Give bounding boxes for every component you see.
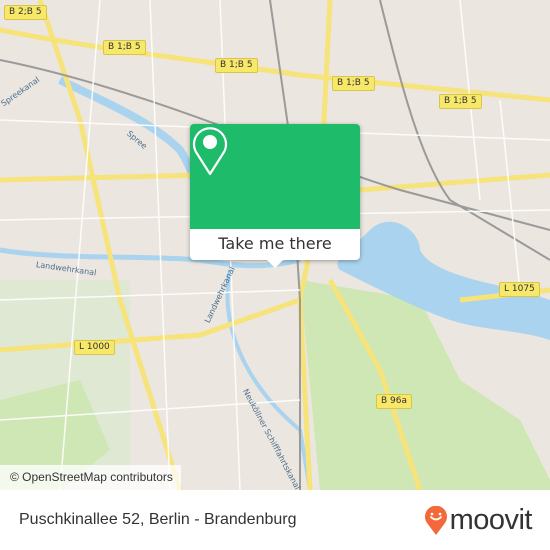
road-shield: L 1075 [499, 282, 540, 297]
road-shield: B 1;B 5 [332, 76, 375, 91]
popup-header [190, 124, 360, 229]
map[interactable]: B 2;B 5 B 1;B 5 B 1;B 5 B 1;B 5 B 1;B 5 … [0, 0, 550, 490]
attribution-text[interactable]: © OpenStreetMap contributors [10, 470, 173, 484]
address-label: Puschkinallee 52, Berlin - Brandenburg [19, 511, 297, 528]
moovit-logo[interactable]: moovit [424, 504, 533, 537]
road-shield: B 1;B 5 [439, 94, 482, 109]
road-shield: L 1000 [74, 340, 115, 355]
map-attribution[interactable]: © OpenStreetMap contributors [0, 465, 181, 490]
take-me-there-button[interactable]: Take me there [190, 229, 360, 260]
road-shield: B 1;B 5 [215, 58, 258, 73]
footer: Puschkinallee 52, Berlin - Brandenburg m… [0, 490, 550, 550]
location-popup: Take me there [190, 124, 360, 268]
road-shield: B 1;B 5 [103, 40, 146, 55]
popup-pointer [267, 260, 283, 268]
road-shield: B 2;B 5 [4, 5, 47, 20]
moovit-pin-icon [424, 505, 447, 535]
map-pin-icon [192, 127, 228, 176]
road-shield: B 96a [376, 394, 413, 409]
logo-text: moovit [449, 504, 533, 536]
